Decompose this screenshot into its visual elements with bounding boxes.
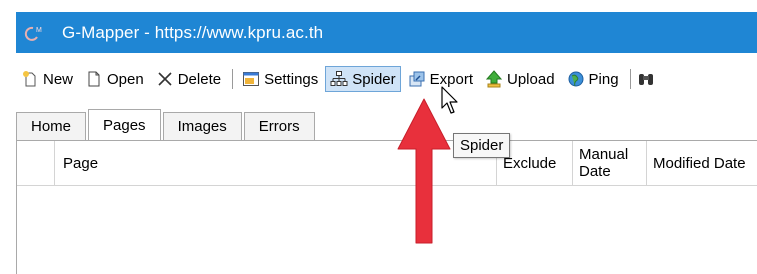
svg-text:M: M [36, 27, 42, 34]
tab-pages-label: Pages [103, 117, 146, 134]
tab-errors[interactable]: Errors [243, 112, 315, 140]
column-exclude-label: Exclude [503, 154, 557, 172]
upload-arrow-icon [485, 70, 503, 88]
settings-button[interactable]: Settings [237, 66, 323, 92]
globe-icon [567, 70, 585, 88]
settings-label: Settings [264, 70, 319, 88]
grid-header: Page Exclude Manual Date Modified Date [17, 141, 757, 186]
tab-pages[interactable]: Pages [88, 109, 161, 141]
toolbar-separator [232, 69, 234, 89]
app-window: M G-Mapper - https://www.kpru.ac.th New … [0, 0, 757, 274]
row-header-corner [17, 141, 55, 185]
spider-label: Spider [352, 70, 396, 88]
export-icon [408, 70, 426, 88]
delete-label: Delete [177, 70, 222, 88]
toolbar-separator-2 [629, 69, 631, 89]
tab-errors-label: Errors [258, 118, 300, 135]
tab-home-label: Home [31, 118, 72, 135]
tooltip-text: Spider [460, 137, 504, 154]
spider-button[interactable]: Spider [325, 66, 401, 92]
tab-images-label: Images [177, 118, 227, 135]
sitemap-tree-icon [330, 70, 348, 88]
column-page-label: Page [63, 154, 99, 172]
tab-strip: Home Pages Images Errors [16, 108, 317, 141]
upload-button[interactable]: Upload [480, 66, 560, 92]
open-label: Open [107, 70, 144, 88]
toolbar: New Open Delete Settings Spider Export U… [16, 60, 757, 98]
app-logo-icon: M [24, 25, 46, 41]
new-document-icon [21, 70, 39, 88]
column-header-manual-date[interactable]: Manual Date [573, 141, 647, 185]
open-button[interactable]: Open [80, 66, 149, 92]
export-label: Export [429, 70, 473, 88]
settings-window-icon [242, 70, 260, 88]
window-title: G-Mapper - https://www.kpru.ac.th [62, 22, 324, 42]
pages-grid: Page Exclude Manual Date Modified Date [16, 140, 757, 274]
delete-button[interactable]: Delete [151, 66, 226, 92]
column-manual-date-label: Manual Date [579, 146, 629, 180]
mouse-cursor-icon [441, 86, 458, 114]
tab-images[interactable]: Images [162, 112, 242, 140]
ping-label: Ping [588, 70, 619, 88]
red-pointer-arrow [397, 98, 451, 244]
ping-button[interactable]: Ping [562, 66, 624, 92]
column-header-modified-date[interactable]: Modified Date [647, 141, 757, 185]
tab-home[interactable]: Home [16, 112, 87, 140]
upload-label: Upload [507, 70, 555, 88]
spider-tooltip: Spider [453, 133, 511, 158]
new-label: New [43, 70, 74, 88]
delete-x-icon [156, 70, 174, 88]
title-bar: M G-Mapper - https://www.kpru.ac.th [16, 12, 757, 53]
column-modified-date-label: Modified Date [653, 154, 746, 172]
open-file-icon [85, 70, 103, 88]
binoculars-icon[interactable] [637, 70, 655, 88]
new-button[interactable]: New [16, 66, 78, 92]
